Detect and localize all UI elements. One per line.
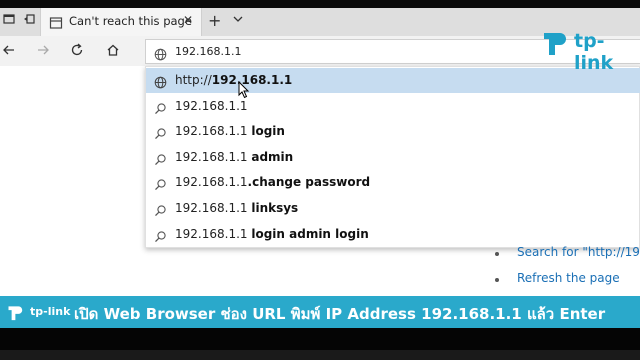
suggestion-prefix: 192.168.1.1 [175, 226, 252, 241]
suggestion-text: 192.168.1.1 [175, 99, 248, 113]
suggestion-bold: admin [251, 149, 294, 164]
suggestion-prefix: 192.168.1.1 [175, 124, 252, 139]
tplink-logo-icon [544, 33, 566, 55]
suggestion-prefix: 192.168.1.1 [175, 149, 252, 164]
home-icon[interactable] [106, 43, 120, 61]
suggestion-item[interactable]: 192.168.1.1 [146, 94, 640, 119]
suggestion-text: 192.168.1.1 linksys [175, 201, 298, 215]
address-input[interactable]: 192.168.1.1 [175, 45, 241, 58]
bullet [495, 278, 499, 282]
suggestion-text: 192.168.1.1 login admin login [175, 227, 369, 241]
suggestion-bold: login [251, 124, 285, 139]
search-icon [154, 151, 167, 165]
back-arrow-icon[interactable] [2, 43, 16, 61]
search-link[interactable]: Search for "http://192.1 [517, 245, 640, 259]
search-icon [154, 202, 167, 217]
letterbox-top [0, 0, 640, 8]
caption-band: tp-link เปิด Web Browser ช่อง URL พิมพ์ … [0, 296, 640, 328]
forward-arrow-icon[interactable] [36, 43, 50, 61]
pointer-icon [238, 81, 250, 99]
caption-text: เปิด Web Browser ช่อง URL พิมพ์ IP Addre… [74, 305, 606, 323]
bullet [495, 252, 499, 256]
suggestion-prefix: 192.168.1.1 [175, 175, 248, 190]
tplink-logo: tp-link [540, 27, 636, 74]
suggestion-prefix: 192.168.1.1 [175, 98, 248, 113]
caption-logo-text: tp-link [30, 305, 71, 318]
suggestion-text: 192.168.1.1 admin [175, 150, 293, 164]
suggestion-item[interactable]: 192.168.1.1 linksys [146, 196, 640, 221]
window-icon[interactable] [0, 12, 18, 30]
search-icon [154, 176, 167, 191]
suggestion-item[interactable]: 192.168.1.1 admin [146, 145, 640, 170]
globe-icon [154, 74, 167, 89]
suggestion-text: 192.168.1.1 login [175, 124, 285, 138]
suggestion-prefix: http:// [175, 73, 212, 87]
suggestion-item[interactable]: 192.168.1.1.change password [146, 170, 640, 195]
suggestion-prefix: 192.168.1.1 [175, 201, 252, 215]
refresh-link[interactable]: Refresh the page [517, 271, 620, 285]
logo-wordmark: tp-link [574, 30, 614, 74]
letterbox-strip [0, 350, 640, 360]
tab-title: Can't reach this page [69, 14, 192, 28]
search-icon [154, 100, 167, 114]
close-icon[interactable]: ✕ [183, 13, 193, 27]
caption-logo: tp-link [6, 302, 76, 324]
globe-icon [154, 46, 167, 61]
suggestion-bold: login admin login [251, 226, 369, 241]
refresh-icon[interactable] [70, 43, 84, 61]
plus-icon[interactable]: + [208, 11, 221, 30]
suggestion-item[interactable]: http://192.168.1.1 [146, 68, 640, 93]
suggestion-bold: 192.168.1.1 [211, 73, 293, 87]
search-icon [154, 228, 167, 242]
suggestion-text: http://192.168.1.1 [175, 73, 292, 87]
page-icon [49, 15, 63, 29]
active-tab[interactable]: Can't reach this page ✕ [40, 8, 202, 36]
search-icon [154, 125, 167, 140]
suggestion-text: 192.168.1.1.change password [175, 175, 370, 189]
suggestion-bold: linksys [251, 201, 299, 215]
chevron-down-icon[interactable] [232, 13, 244, 28]
suggestion-item[interactable]: 192.168.1.1 login admin login [146, 222, 640, 247]
suggestion-item[interactable]: 192.168.1.1 login [146, 119, 640, 144]
suggestion-bold: .change password [247, 175, 371, 190]
letterbox-bottom [0, 328, 640, 360]
address-suggestions-dropdown: http://192.168.1.1 192.168.1.1 192.168.1.1… [145, 66, 640, 248]
tplink-logo-icon [8, 306, 23, 321]
tab-back-icon[interactable] [20, 12, 38, 30]
video-frame: Can't reach this page ✕ + 192.168.1.1 ht… [0, 0, 640, 360]
